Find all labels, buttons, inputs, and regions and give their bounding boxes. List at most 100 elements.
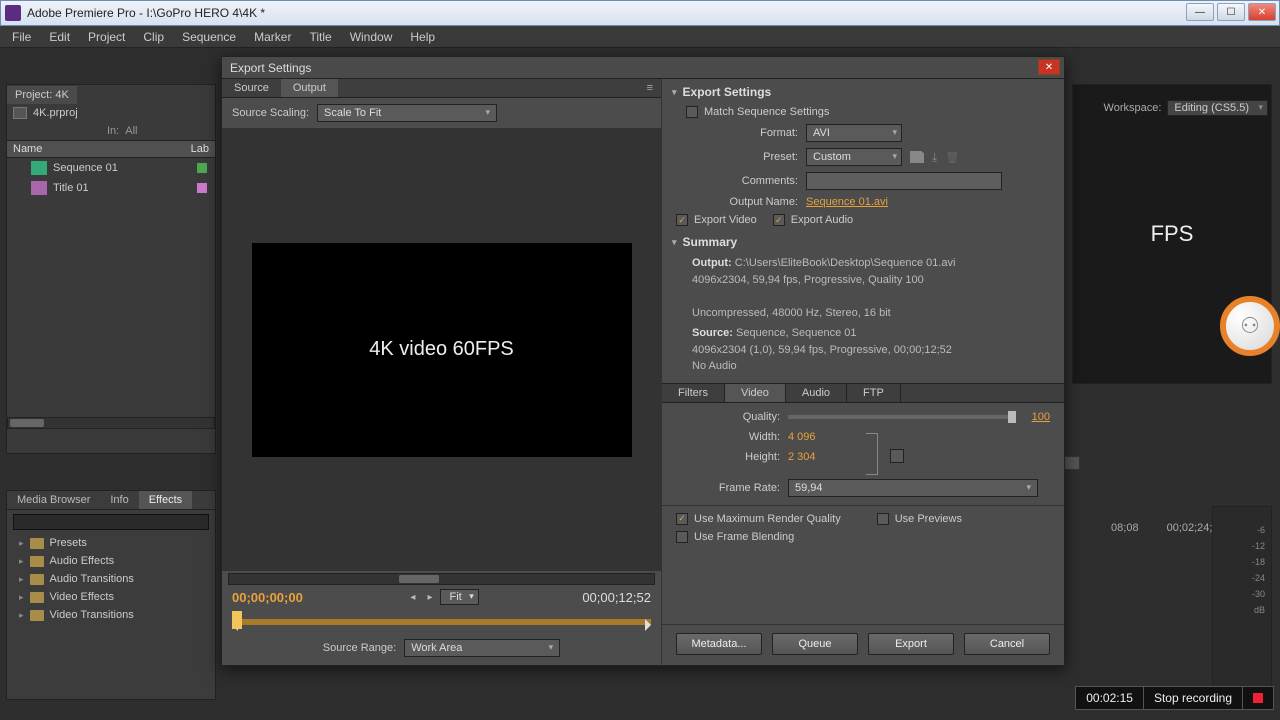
project-columns[interactable]: Name Lab: [7, 140, 215, 158]
scrub-bar[interactable]: [232, 609, 651, 633]
step-fwd-icon[interactable]: ▸: [423, 592, 436, 603]
menu-file[interactable]: File: [4, 28, 39, 46]
project-item-sequence[interactable]: Sequence 01: [7, 158, 215, 178]
audio-meter: -6-12-18 -24-30dB: [1212, 506, 1272, 706]
comments-input[interactable]: [806, 172, 1002, 190]
export-audio-checkbox[interactable]: ✓: [773, 214, 785, 226]
use-previews-checkbox[interactable]: [877, 513, 889, 525]
format-dropdown[interactable]: AVI: [806, 124, 902, 142]
save-preset-icon[interactable]: [910, 151, 924, 163]
source-scaling-label: Source Scaling:: [232, 107, 309, 119]
frame-rate-dropdown[interactable]: 59,94: [788, 479, 1038, 497]
queue-button[interactable]: Queue: [772, 633, 858, 655]
folder-video-effects[interactable]: ▸Video Effects: [7, 588, 215, 606]
menu-edit[interactable]: Edit: [41, 28, 78, 46]
record-indicator-icon[interactable]: [1243, 687, 1273, 709]
step-back-icon[interactable]: ◂: [406, 592, 419, 603]
max-render-checkbox[interactable]: ✓: [676, 513, 688, 525]
tc-in[interactable]: 00;00;00;00: [232, 590, 303, 605]
width-value[interactable]: 4 096: [788, 431, 816, 443]
playhead[interactable]: [232, 611, 242, 629]
sequence-icon: [31, 161, 47, 175]
col-label[interactable]: Lab: [191, 143, 209, 155]
tab-video[interactable]: Video: [725, 384, 786, 402]
delete-preset-icon[interactable]: 🗑: [945, 151, 959, 164]
tab-effects[interactable]: Effects: [139, 491, 192, 509]
tab-output[interactable]: Output: [281, 79, 338, 97]
tab-media-browser[interactable]: Media Browser: [7, 491, 100, 509]
workspace-selector[interactable]: Workspace: Editing (CS5.5): [1104, 100, 1268, 116]
panel-menu-icon[interactable]: ≡: [639, 79, 661, 97]
scrub-out-handle[interactable]: [645, 619, 657, 631]
disclosure-icon[interactable]: ▾: [672, 87, 677, 98]
menu-help[interactable]: Help: [402, 28, 443, 46]
menu-marker[interactable]: Marker: [246, 28, 299, 46]
folder-audio-effects[interactable]: ▸Audio Effects: [7, 552, 215, 570]
recording-toolbar: 00:02:15 Stop recording: [1075, 686, 1274, 710]
fit-dropdown[interactable]: Fit: [440, 589, 478, 605]
menubar: File Edit Project Clip Sequence Marker T…: [0, 26, 1280, 48]
project-item-title[interactable]: Title 01: [7, 178, 215, 198]
app-icon: [5, 5, 21, 21]
frame-rate-label: Frame Rate:: [676, 482, 780, 494]
width-label: Width:: [676, 431, 780, 443]
effects-panel: Media Browser Info Effects ▸Presets ▸Aud…: [6, 490, 216, 700]
folder-presets[interactable]: ▸Presets: [7, 534, 215, 552]
export-video-checkbox[interactable]: ✓: [676, 214, 688, 226]
menu-clip[interactable]: Clip: [135, 28, 172, 46]
window-title: Adobe Premiere Pro - I:\GoPro HERO 4\4K …: [27, 6, 265, 20]
cancel-button[interactable]: Cancel: [964, 633, 1050, 655]
menu-title[interactable]: Title: [301, 28, 339, 46]
menu-project[interactable]: Project: [80, 28, 133, 46]
item-name: Title 01: [53, 182, 89, 194]
tool-icon[interactable]: [1064, 456, 1080, 470]
effects-search-input[interactable]: [13, 514, 209, 530]
folder-video-transitions[interactable]: ▸Video Transitions: [7, 606, 215, 624]
project-panel: Project: 4K 4K.prproj In: All Name Lab S…: [6, 84, 216, 454]
tc-out: 00;00;12;52: [582, 590, 651, 605]
project-tab[interactable]: Project: 4K: [7, 86, 77, 104]
tab-filters[interactable]: Filters: [662, 384, 725, 402]
minimize-button[interactable]: —: [1186, 3, 1214, 21]
tab-audio[interactable]: Audio: [786, 384, 847, 402]
source-range-label: Source Range:: [323, 642, 396, 654]
summary-header: Summary: [683, 235, 738, 249]
import-preset-icon[interactable]: ⤓: [932, 150, 937, 165]
maximize-button[interactable]: ☐: [1217, 3, 1245, 21]
quality-value[interactable]: 100: [1032, 411, 1050, 423]
match-sequence-checkbox[interactable]: [686, 106, 698, 118]
tab-info[interactable]: Info: [100, 491, 138, 509]
source-scaling-dropdown[interactable]: Scale To Fit: [317, 104, 497, 122]
in-label: In:: [107, 125, 119, 137]
os-titlebar: Adobe Premiere Pro - I:\GoPro HERO 4\4K …: [0, 0, 1280, 26]
in-value: All: [125, 125, 137, 137]
folder-icon: [30, 592, 44, 603]
quality-slider-handle[interactable]: [1008, 411, 1016, 423]
tab-ftp[interactable]: FTP: [847, 384, 901, 402]
menu-sequence[interactable]: Sequence: [174, 28, 244, 46]
disclosure-icon[interactable]: ▾: [672, 237, 677, 248]
folder-audio-transitions[interactable]: ▸Audio Transitions: [7, 570, 215, 588]
workspace-value[interactable]: Editing (CS5.5): [1167, 100, 1268, 116]
stop-recording-button[interactable]: Stop recording: [1144, 687, 1243, 709]
source-range-dropdown[interactable]: Work Area: [404, 639, 560, 657]
dialog-close-button[interactable]: ✕: [1038, 59, 1060, 75]
bin-icon: [13, 107, 27, 119]
bin-name: 4K.prproj: [33, 107, 78, 119]
export-button[interactable]: Export: [868, 633, 954, 655]
frame-blending-checkbox[interactable]: [676, 531, 688, 543]
height-label: Height:: [676, 451, 780, 463]
output-name-link[interactable]: Sequence 01.avi: [806, 196, 888, 208]
constrain-checkbox[interactable]: [890, 449, 904, 463]
close-button[interactable]: ✕: [1248, 3, 1276, 21]
dialog-title: Export Settings: [230, 61, 311, 75]
menu-window[interactable]: Window: [342, 28, 401, 46]
height-value[interactable]: 2 304: [788, 451, 816, 463]
tab-source[interactable]: Source: [222, 79, 281, 97]
col-name[interactable]: Name: [13, 143, 42, 155]
metadata-button[interactable]: Metadata...: [676, 633, 762, 655]
screen-recorder-bubble-icon[interactable]: ⚇: [1220, 296, 1280, 356]
preset-dropdown[interactable]: Custom: [806, 148, 902, 166]
project-scroll-h[interactable]: [7, 417, 215, 429]
preview-scroll-h[interactable]: [228, 573, 655, 585]
